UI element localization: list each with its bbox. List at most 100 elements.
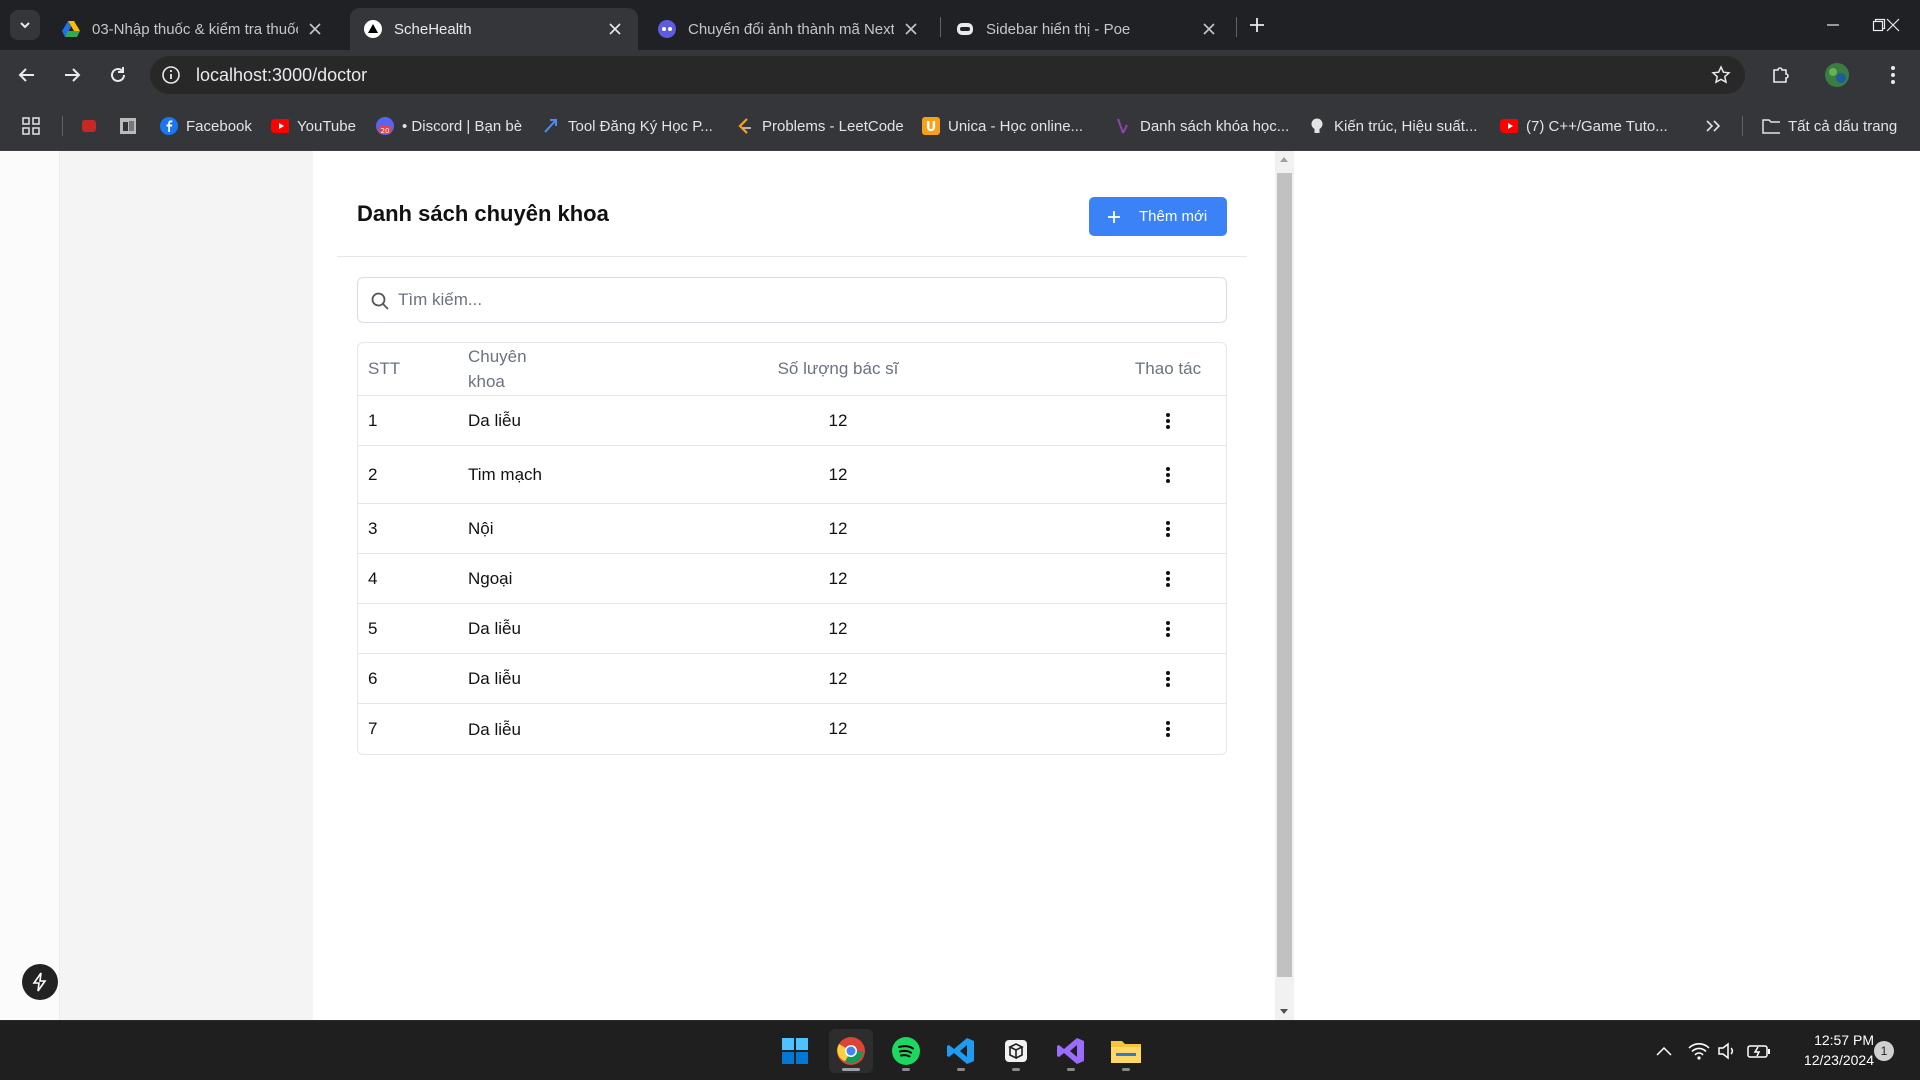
row-doctor-count: 12 [828,618,848,638]
reload-button[interactable] [103,60,133,90]
row-doctor-count: 12 [828,719,848,738]
taskbar-file-explorer[interactable] [1104,1029,1148,1073]
add-new-button[interactable]: Thêm mới [1089,197,1227,236]
chevron-down-icon [20,22,30,29]
forward-button[interactable] [57,60,87,90]
tab-title: ScheHealth [394,20,472,38]
arrow-left-icon [18,68,34,82]
battery-icon[interactable] [1747,1039,1771,1063]
clock-time: 12:57 PM [1814,1032,1874,1048]
tab-schehealth[interactable]: ScheHealth [350,8,638,50]
bookmark-unica[interactable]: U Unica - Học online... [922,115,1083,137]
header-specialty: Chuyên khoa [468,347,527,391]
back-button[interactable] [12,60,42,90]
youtube-icon [1500,117,1518,135]
close-tab-icon[interactable] [306,20,324,38]
row-specialty: Ngoại [468,569,513,588]
page-scrollbar[interactable] [1275,151,1294,1020]
poe-icon [956,20,974,38]
more-actions-icon[interactable] [1157,518,1179,540]
course-icon [1114,117,1132,135]
close-tab-icon[interactable] [902,20,920,38]
more-actions-icon[interactable] [1157,668,1179,690]
taskbar-chrome[interactable] [829,1029,873,1073]
bookmark-label: Tool Đăng Ký Học P... [568,117,713,135]
profile-avatar[interactable] [1824,62,1850,88]
kebab-menu-icon [1891,66,1895,84]
table-row: 1 Da liễu 12 [358,396,1226,446]
bookmark-image-icon[interactable] [119,115,145,137]
new-tab-button[interactable] [1243,11,1271,39]
bookmark-leetcode[interactable]: Problems - LeetCode [736,115,904,137]
chrome-menu-button[interactable] [1880,62,1906,88]
all-bookmarks-button[interactable]: Tất cả dấu trang [1762,115,1897,137]
more-actions-icon[interactable] [1157,410,1179,432]
bookmark-cpp-tutorial[interactable]: (7) C++/Game Tuto... [1500,115,1668,137]
bookmark-red-icon[interactable] [80,115,106,137]
bookmark-architecture[interactable]: Kiến trúc, Hiệu suất... [1308,115,1477,137]
header-stt: STT [368,359,401,378]
more-actions-icon[interactable] [1157,718,1179,740]
tab-separator [1236,17,1237,37]
more-bookmarks-button[interactable] [1704,115,1730,137]
row-specialty: Da liễu [468,669,521,688]
scroll-up-arrow-icon[interactable] [1279,155,1289,163]
facebook-icon [160,117,178,135]
bookmark-course-list[interactable]: Danh sách khóa học... [1114,115,1289,137]
row-actions [1118,704,1218,754]
site-info-icon[interactable] [160,64,182,86]
search-input[interactable] [398,286,1198,314]
svg-text:U: U [926,120,937,135]
taskbar-visual-studio[interactable] [1049,1029,1093,1073]
close-window-button[interactable] [1878,10,1908,40]
tab-search-button[interactable] [10,10,40,40]
bookmark-tool[interactable]: Tool Đăng Ký Học P... [542,115,713,137]
start-button[interactable] [773,1029,817,1073]
scrollbar-thumb[interactable] [1277,173,1292,977]
address-bar[interactable]: localhost:3000/doctor [150,56,1745,94]
row-actions [1118,396,1218,445]
row-doctor-count: 12 [828,518,848,538]
minimize-button[interactable] [1818,10,1848,40]
volume-icon[interactable] [1715,1039,1739,1063]
taskbar-box-app[interactable] [994,1029,1038,1073]
bookmark-youtube[interactable]: YouTube [271,115,356,137]
dev-tools-button[interactable] [22,964,58,1000]
bookmark-discord[interactable]: 20 • Discord | Bạn bè [376,115,522,137]
bookmark-facebook[interactable]: Facebook [160,115,252,137]
running-indicator [957,1068,965,1071]
running-indicator [1122,1068,1130,1071]
close-icon [1886,18,1900,32]
row-doctor-count: 12 [828,568,848,588]
tab-poe-sidebar[interactable]: Sidebar hiển thị - Poe [942,8,1232,50]
running-indicator [1012,1068,1020,1071]
box-app-icon [1005,1040,1027,1062]
notification-badge[interactable]: 1 [1874,1041,1894,1061]
close-tab-icon[interactable] [606,20,624,38]
table-row: 3 Nội 12 [358,504,1226,554]
tray-overflow-icon[interactable] [1652,1039,1676,1063]
wifi-icon[interactable] [1687,1039,1711,1063]
table-row: 7 Da liễu 12 [358,704,1226,754]
row-stt: 4 [368,568,378,588]
more-actions-icon[interactable] [1157,568,1179,590]
browser-tab-bar: 03-Nhập thuốc & kiểm tra thuốc ScheHealt… [0,0,1920,50]
header-divider [337,256,1247,257]
taskbar-vscode[interactable] [939,1029,983,1073]
tab-drive[interactable]: 03-Nhập thuốc & kiểm tra thuốc [48,8,338,50]
bulb-icon [1308,117,1326,135]
row-stt: 1 [368,410,378,430]
scroll-down-arrow-icon[interactable] [1279,1008,1289,1016]
extensions-button[interactable] [1768,62,1794,88]
bookmark-star-icon[interactable] [1709,63,1733,87]
close-tab-icon[interactable] [1200,20,1218,38]
bookmark-label: Problems - LeetCode [762,117,904,135]
apps-button[interactable] [22,115,48,137]
system-clock[interactable]: 12:57 PM 12/23/2024 [1778,1030,1874,1070]
sidebar [60,151,313,1020]
more-actions-icon[interactable] [1157,464,1179,486]
windows-taskbar: 12:57 PM 12/23/2024 1 [0,1020,1920,1080]
taskbar-spotify[interactable] [884,1029,928,1073]
tab-poe-convert[interactable]: Chuyển đổi ảnh thành mã Next [644,8,934,50]
more-actions-icon[interactable] [1157,618,1179,640]
